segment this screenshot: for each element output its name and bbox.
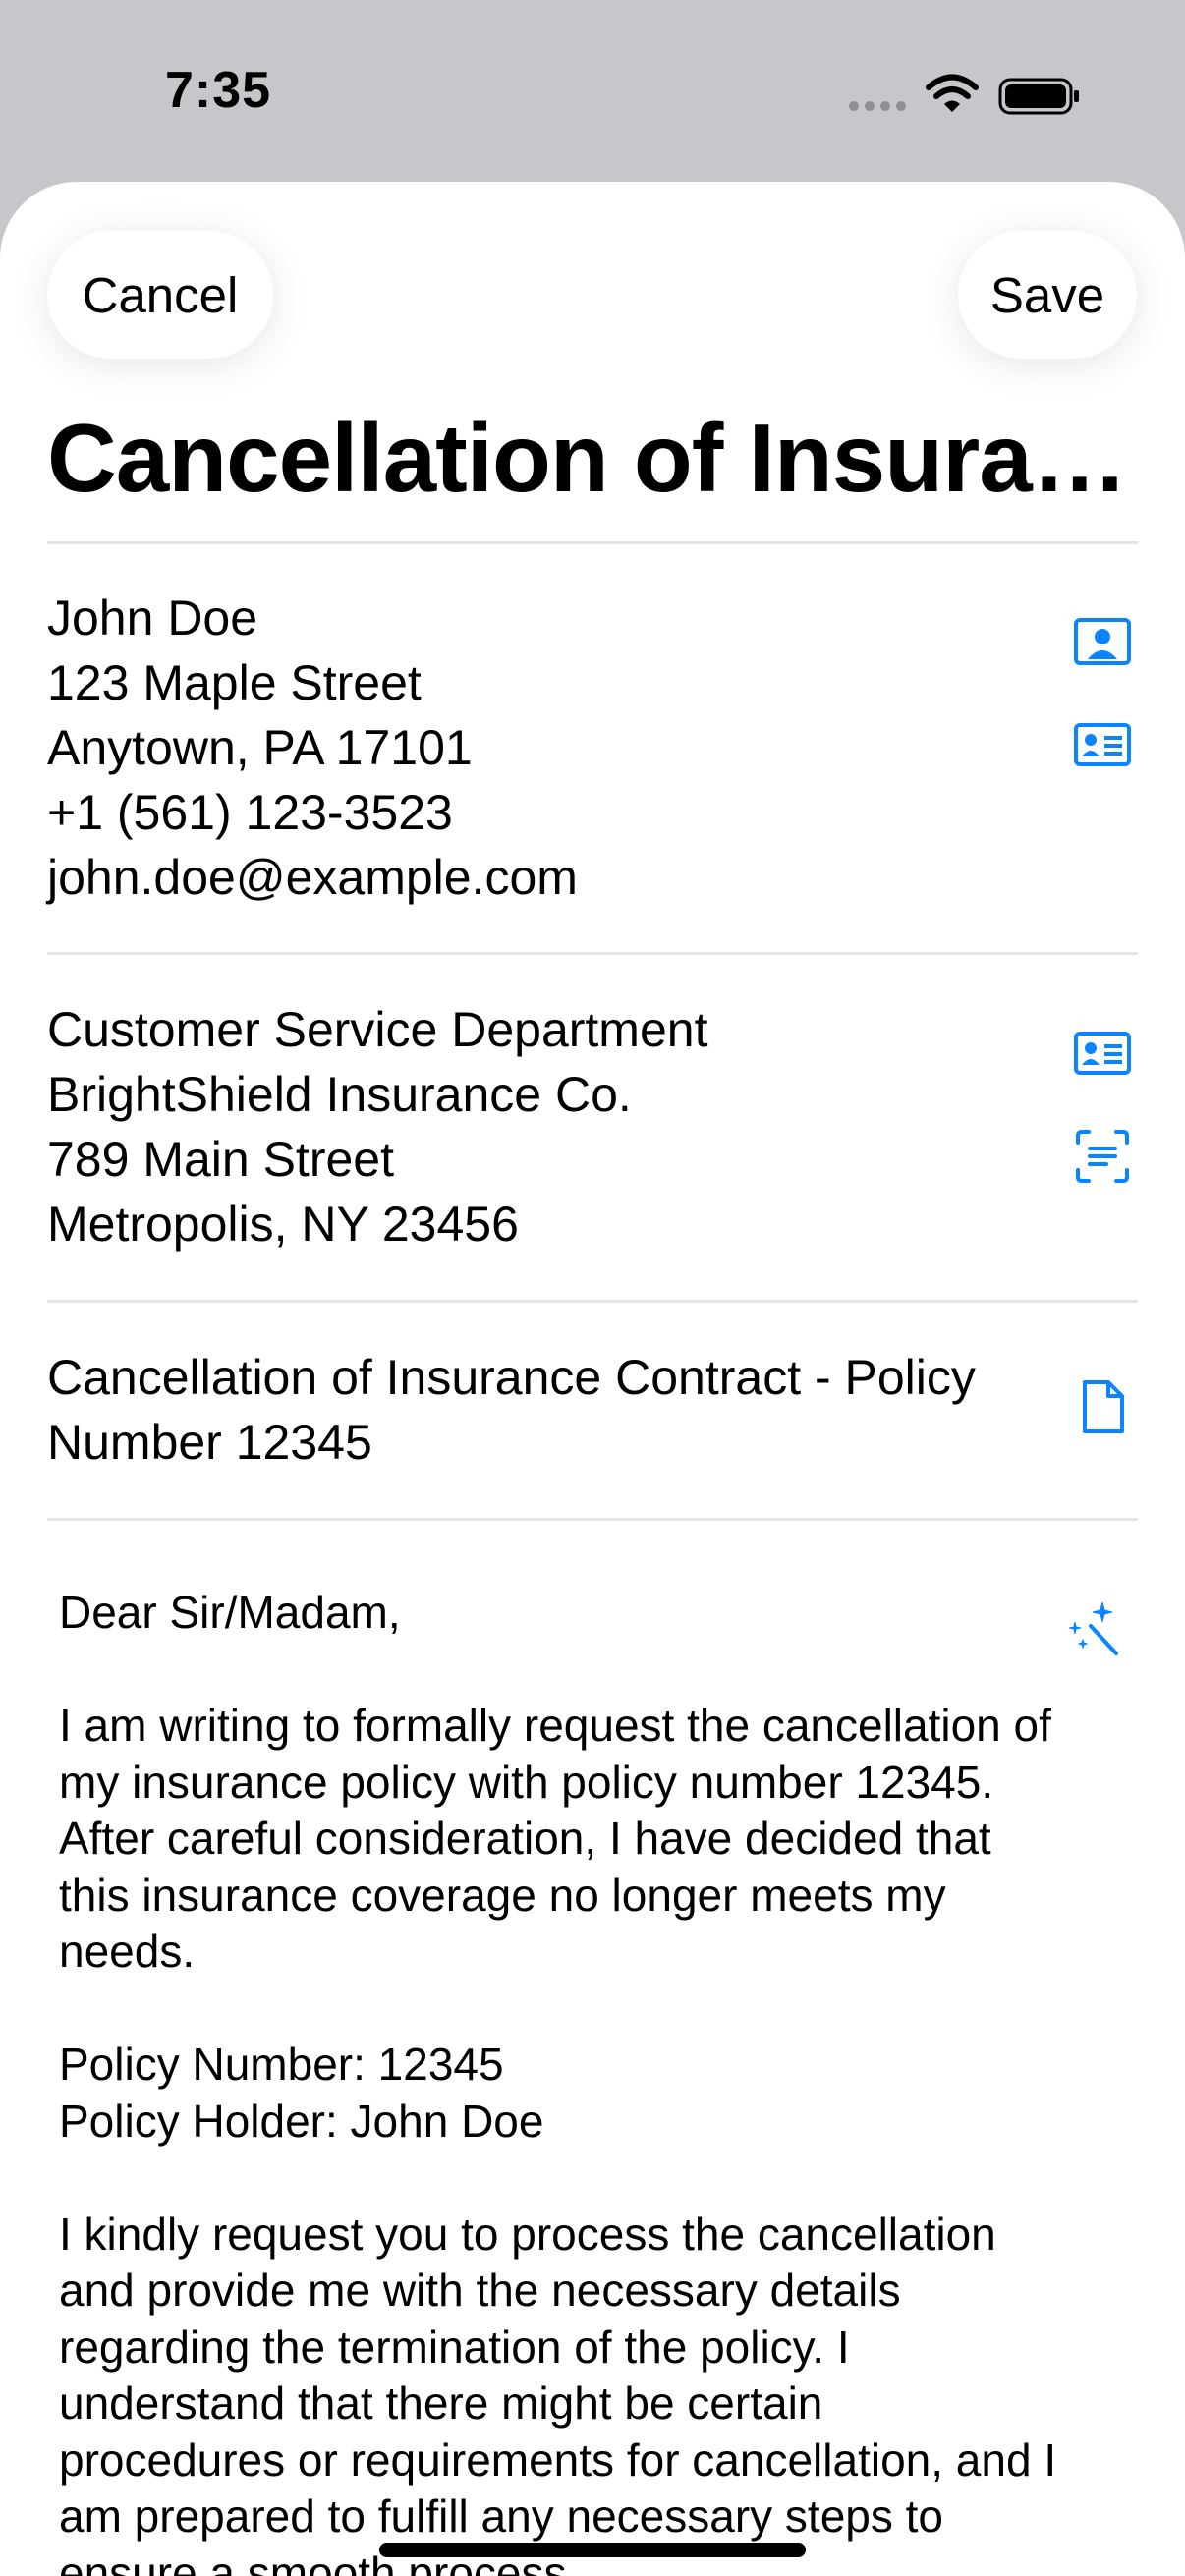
status-time: 7:35 <box>165 62 272 119</box>
home-indicator <box>379 2543 806 2557</box>
page-title: Cancellation of Insurance Contract <box>47 404 1128 512</box>
letter-editor-sheet: Cancel Save Cancellation of Insurance Co… <box>0 182 1185 2576</box>
recipient-city: Metropolis, NY 23456 <box>47 1197 519 1252</box>
subject-line-2: Number 12345 <box>47 1415 372 1470</box>
sender-street: 123 Maple Street <box>47 655 422 710</box>
subject-line[interactable]: Cancellation of Insurance Contract - Pol… <box>47 1345 1030 1475</box>
contact-card-icon[interactable] <box>1073 715 1132 774</box>
recipient-address[interactable]: Customer Service Department BrightShield… <box>47 997 1030 1257</box>
body-paragraph: I kindly request you to process the canc… <box>59 2208 1057 2576</box>
divider <box>47 1518 1138 1521</box>
sender-name: John Doe <box>47 590 258 645</box>
sender-phone: +1 (561) 123-3523 <box>47 785 453 840</box>
divider <box>47 952 1138 955</box>
divider <box>47 541 1138 544</box>
text-scan-icon[interactable] <box>1073 1127 1132 1186</box>
divider <box>47 1300 1138 1303</box>
body-paragraph: I am writing to formally request the can… <box>59 1700 1051 1977</box>
body-paragraph: Dear Sir/Madam, <box>59 1587 401 1638</box>
contact-card-icon[interactable] <box>1073 1024 1132 1083</box>
recipient-company: BrightShield Insurance Co. <box>47 1067 632 1122</box>
document-icon[interactable] <box>1073 1377 1132 1436</box>
battery-icon <box>998 78 1079 115</box>
save-button[interactable]: Save <box>958 231 1137 359</box>
magic-wand-icon[interactable] <box>1061 1596 1124 1659</box>
recipient-department: Customer Service Department <box>47 1002 708 1057</box>
cancel-button[interactable]: Cancel <box>47 231 273 359</box>
body-paragraph: Policy Number: 12345 Policy Holder: John… <box>59 2039 544 2147</box>
recipient-street: 789 Main Street <box>47 1132 394 1187</box>
sender-email: john.doe@example.com <box>47 850 578 905</box>
status-bar: 7:35 <box>0 0 1185 182</box>
cellular-signal-icon <box>849 101 906 111</box>
contact-photo-icon[interactable] <box>1073 612 1132 671</box>
wifi-icon <box>926 74 979 112</box>
subject-line-1: Cancellation of Insurance Contract - Pol… <box>47 1350 976 1405</box>
sender-address[interactable]: John Doe 123 Maple Street Anytown, PA 17… <box>47 586 1030 910</box>
sender-city: Anytown, PA 17101 <box>47 720 473 775</box>
letter-body[interactable]: Dear Sir/Madam, I am writing to formally… <box>59 1585 1140 2576</box>
